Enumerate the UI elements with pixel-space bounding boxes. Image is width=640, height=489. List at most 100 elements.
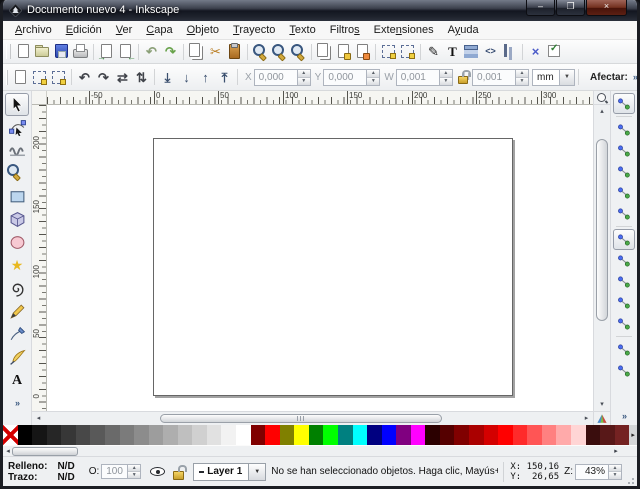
duplicate-button[interactable] [315, 42, 334, 61]
menu-ver[interactable]: Ver [109, 23, 140, 37]
rotate-ccw-button[interactable]: ↶ [75, 68, 94, 87]
zoom-spinner[interactable]: ▲▼ [608, 464, 622, 480]
horizontal-scroll-thumb[interactable] [160, 414, 442, 423]
create-clone-button[interactable] [334, 42, 353, 61]
swatch-f2f2f2[interactable] [221, 425, 236, 445]
opacity-spinner[interactable]: ▲▼ [127, 464, 141, 479]
import-button[interactable] [97, 42, 116, 61]
ungroup-button[interactable] [398, 42, 417, 61]
swatch-7b7b7b[interactable] [120, 425, 135, 445]
x-field[interactable]: 0,000 [254, 69, 297, 86]
new-document-button[interactable] [14, 42, 33, 61]
swatch-none[interactable] [3, 425, 18, 445]
save-document-button[interactable] [52, 42, 71, 61]
snap-cusp-nodes-toggle[interactable] [613, 292, 635, 313]
snap-bbox-edges-toggle[interactable] [613, 140, 635, 161]
lower-to-bottom-button[interactable]: ⤓ [158, 68, 177, 87]
x-field-spinner[interactable]: ▲▼ [297, 69, 311, 86]
palette-overflow-arrow[interactable]: ▸ [629, 425, 637, 445]
swatch-800000[interactable] [251, 425, 266, 445]
y-field[interactable]: 0,000 [323, 69, 366, 86]
layer-selector[interactable]: Layer 1 ▼ [193, 463, 266, 481]
width-field[interactable]: 0,001 [396, 69, 439, 86]
snap-nodes-toggle[interactable] [613, 229, 635, 250]
paste-button[interactable] [225, 42, 244, 61]
enable-snapping-toggle[interactable] [613, 93, 635, 114]
menu-archivo[interactable]: Archivo [8, 23, 59, 37]
selector-tool[interactable] [5, 93, 29, 116]
raise-to-top-button[interactable]: ⤒ [215, 68, 234, 87]
align-distribute-button[interactable] [500, 42, 519, 61]
swatch-ff8080[interactable] [542, 425, 557, 445]
swatch-e1e1e1[interactable] [207, 425, 222, 445]
swatch-595959[interactable] [90, 425, 105, 445]
preferences-button[interactable]: × [526, 42, 545, 61]
swatch-742222[interactable] [615, 425, 630, 445]
chevron-down-icon[interactable]: ▼ [248, 463, 266, 481]
swatch-0000ff[interactable] [382, 425, 397, 445]
snapbar-overflow-button[interactable]: » [622, 411, 626, 421]
spiral-tool[interactable] [5, 277, 29, 300]
toolbar-grip[interactable] [6, 70, 8, 85]
swatch-9d9d9d[interactable] [149, 425, 164, 445]
swatch-000000[interactable] [18, 425, 33, 445]
swatch-6a6a6a[interactable] [105, 425, 120, 445]
copy-button[interactable] [187, 42, 206, 61]
fill-stroke-indicator[interactable]: Relleno: N/D Trazo: N/D [8, 461, 75, 483]
swatch-ff5555[interactable] [527, 425, 542, 445]
node-editor-tool[interactable] [5, 116, 29, 139]
menu-edicion[interactable]: Edición [59, 23, 109, 37]
lower-button[interactable]: ↓ [177, 68, 196, 87]
menu-ayuda[interactable]: Ayuda [441, 23, 486, 37]
zoom-to-page-button[interactable] [289, 42, 308, 61]
bezier-pen-tool[interactable] [5, 323, 29, 346]
swatch-008000[interactable] [309, 425, 324, 445]
raise-button[interactable]: ↑ [196, 68, 215, 87]
zoom-field[interactable]: 43% [575, 464, 608, 480]
layer-visibility-eye-icon[interactable] [149, 464, 166, 479]
menu-filtros[interactable]: Filtros [323, 23, 367, 37]
swatch-373737[interactable] [61, 425, 76, 445]
swatch-ff2a2a[interactable] [513, 425, 528, 445]
swatch-ff00ff[interactable] [411, 425, 426, 445]
zoom-tool[interactable] [5, 162, 29, 185]
toolbar-grip[interactable] [6, 44, 11, 59]
rotate-cw-button[interactable]: ↷ [94, 68, 113, 87]
close-button[interactable]: × [586, 0, 627, 16]
swatch-ffff00[interactable] [294, 425, 309, 445]
menu-extensiones[interactable]: Extensiones [367, 23, 441, 37]
zoom-to-selection-button[interactable] [251, 42, 270, 61]
swatch-3a0d0d[interactable] [586, 425, 601, 445]
fill-stroke-dialog-button[interactable]: ✎ [424, 42, 443, 61]
titlebar[interactable]: Documento nuevo 4 - Inkscape – ❐ × [3, 0, 637, 21]
rectangle-tool[interactable] [5, 185, 29, 208]
snap-path-intersections-toggle[interactable] [613, 271, 635, 292]
vertical-scrollbar[interactable]: ▴ ▾ [593, 105, 610, 411]
zoom-to-drawing-button[interactable] [270, 42, 289, 61]
calligraphy-tool[interactable] [5, 346, 29, 369]
layer-lock-icon[interactable] [172, 464, 185, 479]
swatch-00ffff[interactable] [353, 425, 368, 445]
y-field-spinner[interactable]: ▲▼ [366, 69, 380, 86]
export-button[interactable] [116, 42, 135, 61]
swatch-ffffff[interactable] [236, 425, 251, 445]
pencil-tool[interactable] [5, 300, 29, 323]
menu-capa[interactable]: Capa [139, 23, 179, 37]
swatch-aa0000[interactable] [469, 425, 484, 445]
height-field-spinner[interactable]: ▲▼ [515, 69, 529, 86]
open-document-button[interactable] [33, 42, 52, 61]
swatch-d0d0d0[interactable] [192, 425, 207, 445]
scroll-up-icon[interactable]: ▴ [594, 105, 610, 118]
canvas[interactable] [47, 105, 593, 411]
swatch-581818[interactable] [600, 425, 615, 445]
snap-smooth-nodes-toggle[interactable] [613, 313, 635, 334]
palette-scroll-thumb[interactable] [12, 447, 78, 456]
window-resize-grip[interactable] [624, 474, 634, 484]
maximize-button[interactable]: ❐ [556, 0, 585, 16]
swatch-008080[interactable] [338, 425, 353, 445]
swatch-2b0000[interactable] [425, 425, 440, 445]
swatch-00ff00[interactable] [323, 425, 338, 445]
horizontal-scrollbar[interactable]: ◂ ▸ [32, 411, 593, 425]
minimize-button[interactable]: – [526, 0, 555, 16]
xml-editor-button[interactable]: <> [481, 42, 500, 61]
